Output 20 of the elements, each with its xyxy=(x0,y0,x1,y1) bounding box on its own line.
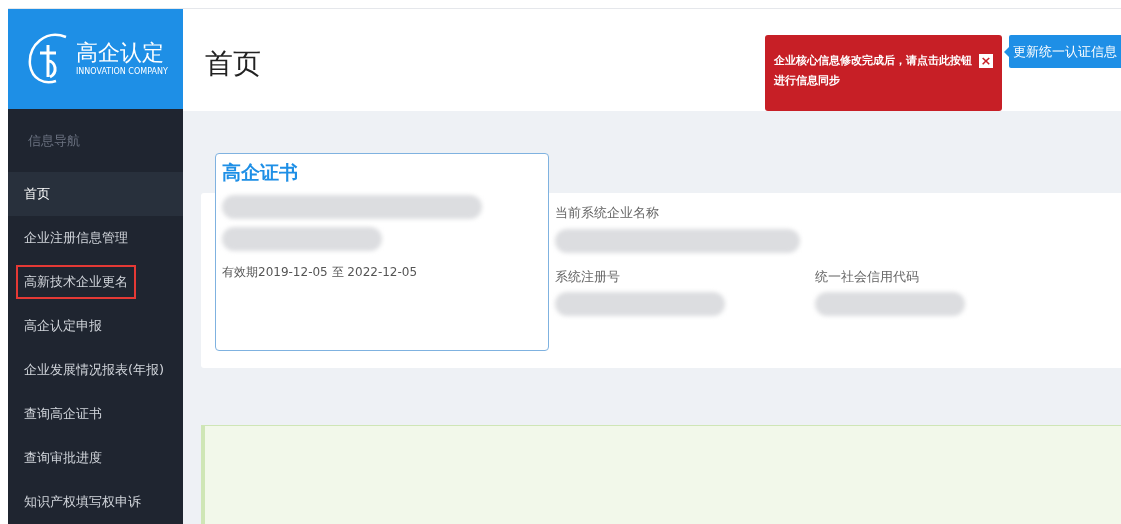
logo-title: 高企认定 xyxy=(76,40,165,66)
sidebar-item[interactable]: 首页 xyxy=(16,177,58,211)
sidebar-item[interactable]: 知识产权填写权申诉 xyxy=(16,485,149,519)
close-button[interactable]: × xyxy=(979,54,993,68)
field-label: 当前系统企业名称 xyxy=(555,204,660,222)
sidebar-item[interactable]: 企业注册信息管理 xyxy=(16,221,136,255)
certificate-title: 高企证书 xyxy=(222,160,299,185)
field-label: 系统注册号 xyxy=(555,267,621,286)
field-label: 统一社会信用代码 xyxy=(815,267,920,286)
validity-text: 有效期2019-12-05 至 2022-12-05 xyxy=(222,263,419,281)
sidebar-item[interactable]: 查询高企证书 xyxy=(16,397,110,431)
logo-subtitle: INNOVATION COMPANY xyxy=(76,66,168,78)
pointer-icon xyxy=(1004,46,1009,57)
sidebar-item[interactable]: 高新技术企业更名 xyxy=(16,265,136,299)
alert-message: 企业核心信息修改完成后，请点击此按钮进行信息同步 xyxy=(774,53,973,89)
sidebar-heading: 信息导航 xyxy=(27,131,81,150)
sidebar-item[interactable]: 高企认定申报 xyxy=(16,309,110,343)
sidebar-item[interactable]: 企业发展情况报表(年报) xyxy=(16,353,173,387)
sidebar-item[interactable]: 查询审批进度 xyxy=(16,441,110,475)
page-title: 首页 xyxy=(205,46,262,82)
